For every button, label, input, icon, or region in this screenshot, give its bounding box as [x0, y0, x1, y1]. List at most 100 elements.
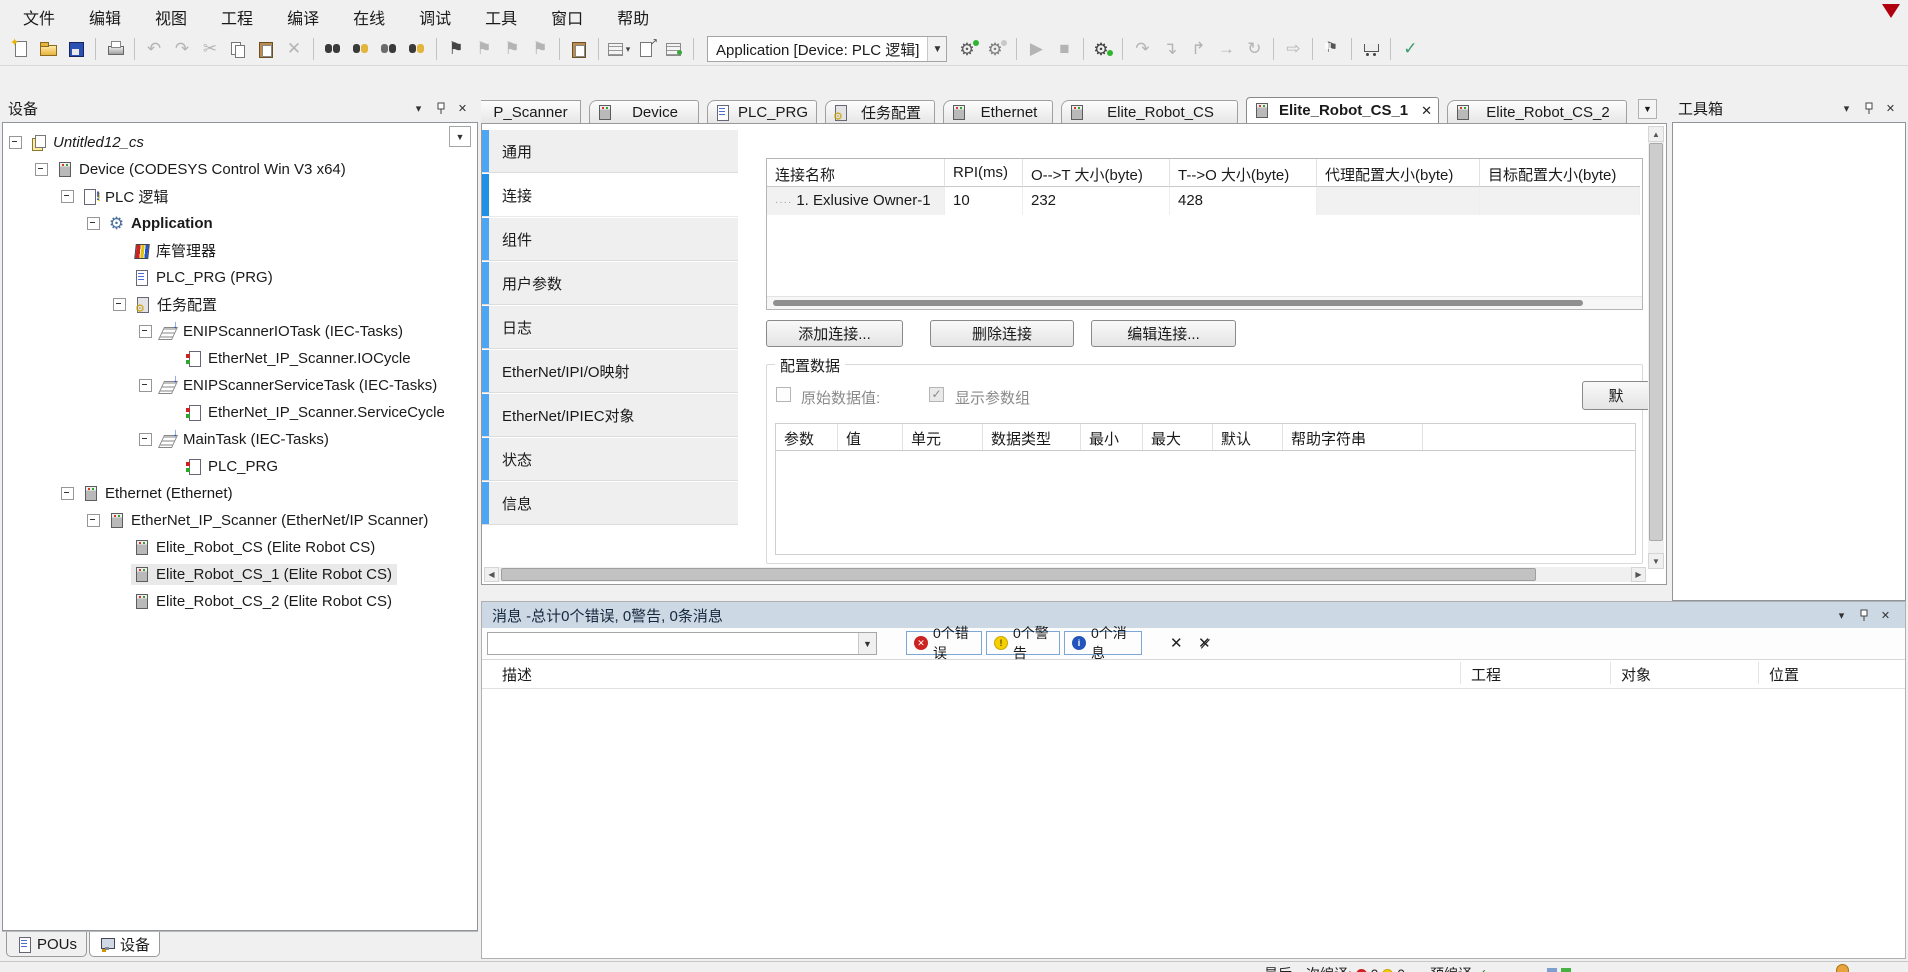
default-values-button[interactable]: 默: [1582, 381, 1650, 410]
editor-nav-通用[interactable]: 通用: [482, 130, 738, 173]
raw-data-checkbox[interactable]: [776, 387, 791, 402]
close-icon[interactable]: ✕: [453, 100, 472, 117]
replace-in-project-icon[interactable]: [403, 37, 431, 61]
tree-expander-icon[interactable]: [113, 298, 126, 311]
pin-icon[interactable]: [431, 100, 450, 117]
menu-item-5[interactable]: 编译: [270, 1, 336, 33]
editor-tab-p_scanner[interactable]: P_Scanner: [481, 100, 581, 123]
start-icon[interactable]: ▶: [1022, 37, 1050, 61]
tree-item-plc_prg[interactable]: PLC_PRG: [3, 453, 477, 480]
clear-messages-icon[interactable]: ✕̷: [1198, 634, 1211, 652]
panel-dropdown-icon[interactable]: ▾: [409, 100, 428, 117]
tree-expander-icon[interactable]: [139, 433, 152, 446]
tree-item-enipscanneriotask[interactable]: ENIPScannerIOTask (IEC-Tasks): [3, 318, 477, 345]
view-tab-pous[interactable]: POUs: [6, 932, 87, 957]
editor-nav-状态[interactable]: 状态: [482, 438, 738, 481]
stop-icon[interactable]: ■: [1050, 37, 1078, 61]
tree-item-untitled12_cs[interactable]: Untitled12_cs: [3, 129, 477, 156]
pin-icon[interactable]: [1859, 100, 1878, 117]
new-object-icon[interactable]: [632, 37, 660, 61]
chevron-down-icon[interactable]: ▼: [858, 633, 876, 654]
run-to-cursor-icon[interactable]: →: [1212, 37, 1240, 61]
filter-info-button[interactable]: i0个消息: [1064, 631, 1142, 655]
editor-tab-device[interactable]: Device: [589, 100, 699, 123]
online-config-icon[interactable]: [1089, 37, 1117, 61]
bookmark-clear-icon[interactable]: ⚑: [526, 37, 554, 61]
bookmark-next-icon[interactable]: ⚑: [498, 37, 526, 61]
editor-nav-连接[interactable]: 连接: [482, 174, 738, 217]
menu-item-10[interactable]: 帮助: [600, 1, 666, 33]
find-icon[interactable]: [319, 37, 347, 61]
delete-icon[interactable]: ✕: [280, 37, 308, 61]
editor-vscrollbar-thumb[interactable]: [1649, 143, 1663, 541]
tree-item-ethernet_ip_scanner[interactable]: EtherNet_IP_Scanner (EtherNet/IP Scanner…: [3, 507, 477, 534]
menu-item-4[interactable]: 工程: [204, 1, 270, 33]
bookmark-prev-icon[interactable]: ⚑: [470, 37, 498, 61]
edit-connection-button[interactable]: 编辑连接...: [1091, 320, 1236, 347]
tree-item-device[interactable]: Device (CODESYS Control Win V3 x64): [3, 156, 477, 183]
tree-item-plc_prg[interactable]: PLC_PRG (PRG): [3, 264, 477, 291]
editor-hscrollbar-thumb[interactable]: [501, 568, 1536, 581]
editor-nav-ethernet/ipiec对象[interactable]: EtherNet/IPIEC对象: [482, 394, 738, 437]
table-view-icon[interactable]: ▾: [604, 37, 632, 61]
editor-tab-ethernet[interactable]: Ethernet: [943, 100, 1053, 123]
editor-tab-plc_prg[interactable]: PLC_PRG: [707, 100, 817, 123]
device-repository-icon[interactable]: [1357, 37, 1385, 61]
connection-row[interactable]: ····1. Exlusive Owner-110232428: [767, 187, 1642, 215]
tree-expander-icon[interactable]: [139, 325, 152, 338]
editor-tab-elite_robot_cs_1[interactable]: Elite_Robot_CS_1✕: [1246, 97, 1439, 123]
login-icon[interactable]: [955, 37, 983, 61]
tree-expander-icon[interactable]: [9, 136, 22, 149]
view-tab-设备[interactable]: 设备: [89, 932, 160, 957]
replace-icon[interactable]: [347, 37, 375, 61]
tree-item-库管理器[interactable]: 库管理器: [3, 237, 477, 264]
tree-expander-icon[interactable]: [35, 163, 48, 176]
cut-icon[interactable]: ✂: [196, 37, 224, 61]
redo-icon[interactable]: ↷: [168, 37, 196, 61]
chevron-down-icon[interactable]: ▼: [927, 37, 946, 61]
add-device-icon[interactable]: [660, 37, 688, 61]
new-file-icon[interactable]: [6, 37, 34, 61]
close-icon[interactable]: ✕: [1876, 607, 1895, 624]
menu-item-6[interactable]: 在线: [336, 1, 402, 33]
tree-item-ethernet[interactable]: Ethernet (Ethernet): [3, 480, 477, 507]
editor-nav-ethernet/ipi/o映射[interactable]: EtherNet/IPI/O映射: [482, 350, 738, 393]
tree-expander-icon[interactable]: [61, 487, 74, 500]
active-application-combo[interactable]: Application [Device: PLC 逻辑]▼: [707, 36, 947, 62]
tree-expander-icon[interactable]: [139, 379, 152, 392]
tree-expander-icon[interactable]: [87, 217, 100, 230]
menu-item-7[interactable]: 调试: [402, 1, 468, 33]
tree-item-ethernet_ip_scanner.iocycle[interactable]: EtherNet_IP_Scanner.IOCycle: [3, 345, 477, 372]
scroll-up-icon[interactable]: ▲: [1648, 126, 1664, 142]
connections-hscrollbar-thumb[interactable]: [773, 300, 1583, 306]
editor-tab-任务配置[interactable]: 任务配置: [825, 100, 935, 123]
open-file-icon[interactable]: [34, 37, 62, 61]
filter-warning-button[interactable]: !0个警告: [986, 631, 1060, 655]
message-category-combo[interactable]: ▼: [487, 632, 877, 655]
editor-nav-日志[interactable]: 日志: [482, 306, 738, 349]
tree-expander-icon[interactable]: [87, 514, 100, 527]
tree-item-elite_robot_cs[interactable]: Elite_Robot_CS (Elite Robot CS): [3, 534, 477, 561]
editor-hscrollbar[interactable]: ◀ ▶: [484, 567, 1646, 582]
bookmark-toggle-icon[interactable]: ⚑: [442, 37, 470, 61]
flow-control-icon[interactable]: [1318, 37, 1346, 61]
tree-item-enipscannerservicetask[interactable]: ENIPScannerServiceTask (IEC-Tasks): [3, 372, 477, 399]
tree-item-任务配置[interactable]: 任务配置: [3, 291, 477, 318]
menu-item-9[interactable]: 窗口: [534, 1, 600, 33]
editor-tab-elite_robot_cs_2[interactable]: Elite_Robot_CS_2: [1447, 100, 1627, 123]
find-in-project-icon[interactable]: [375, 37, 403, 61]
paste-special-icon[interactable]: [565, 37, 593, 61]
close-icon[interactable]: ✕: [1881, 100, 1900, 117]
undo-icon[interactable]: ↶: [140, 37, 168, 61]
panel-dropdown-icon[interactable]: ▾: [1837, 100, 1856, 117]
show-param-group-checkbox[interactable]: ✓: [929, 387, 944, 402]
connections-hscrollbar[interactable]: [767, 296, 1642, 309]
menu-item-1[interactable]: 文件: [6, 1, 72, 33]
menu-item-3[interactable]: 视图: [138, 1, 204, 33]
editor-tab-elite_robot_cs[interactable]: Elite_Robot_CS: [1061, 100, 1238, 123]
step-into-icon[interactable]: ↴: [1156, 37, 1184, 61]
delete-connection-button[interactable]: 删除连接: [930, 320, 1074, 347]
step-over-icon[interactable]: ↷: [1128, 37, 1156, 61]
logout-icon[interactable]: [983, 37, 1011, 61]
tree-item-maintask[interactable]: MainTask (IEC-Tasks): [3, 426, 477, 453]
